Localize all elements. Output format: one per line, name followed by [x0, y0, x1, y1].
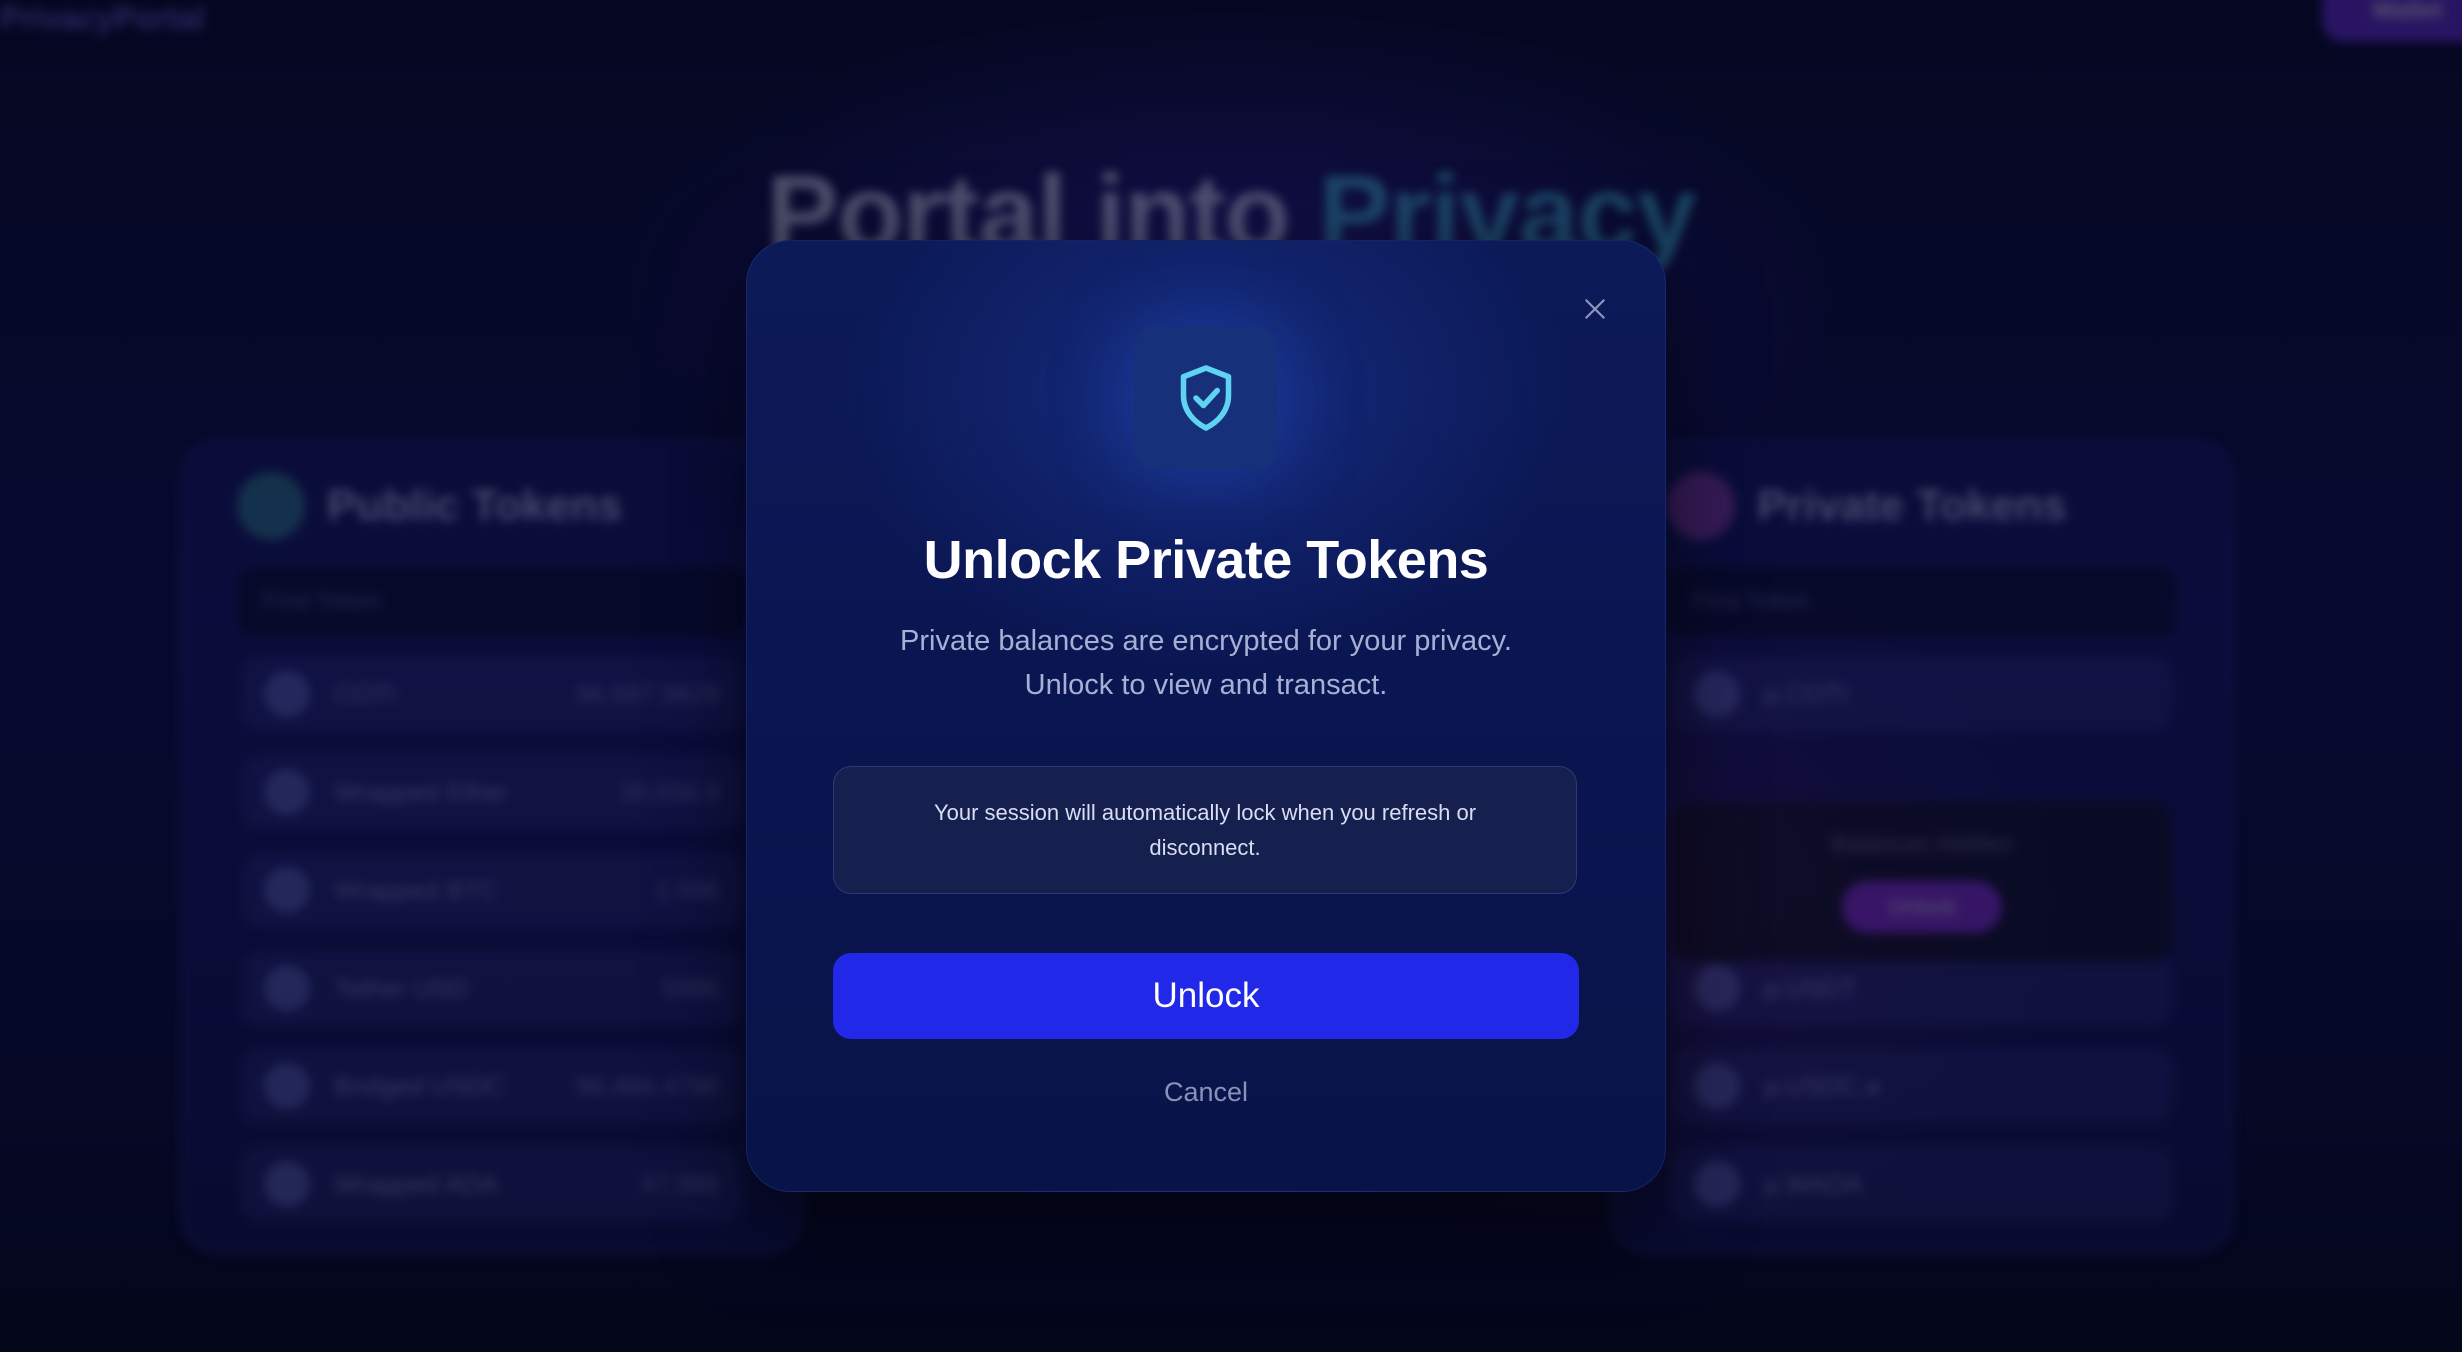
close-button[interactable]: [1577, 291, 1613, 327]
session-lock-notice: Your session will automatically lock whe…: [833, 766, 1577, 894]
cancel-button[interactable]: Cancel: [1056, 1067, 1356, 1117]
unlock-modal: Unlock Private Tokens Private balances a…: [746, 240, 1666, 1192]
unlock-button[interactable]: Unlock: [833, 953, 1579, 1039]
modal-title: Unlock Private Tokens: [923, 530, 1489, 590]
close-icon: [1585, 299, 1605, 319]
modal-description: Private balances are encrypted for your …: [807, 619, 1605, 707]
shield-check-icon: [1180, 365, 1232, 431]
description-line: Private balances are encrypted for your …: [900, 625, 1512, 657]
notice-text: Your session will automatically lock whe…: [933, 800, 1477, 860]
app-page: PrivacyPortal Wallet Portal into Privacy…: [0, 0, 2462, 1352]
shield-badge: [1134, 326, 1278, 470]
description-line: Unlock to view and transact.: [1024, 669, 1388, 701]
